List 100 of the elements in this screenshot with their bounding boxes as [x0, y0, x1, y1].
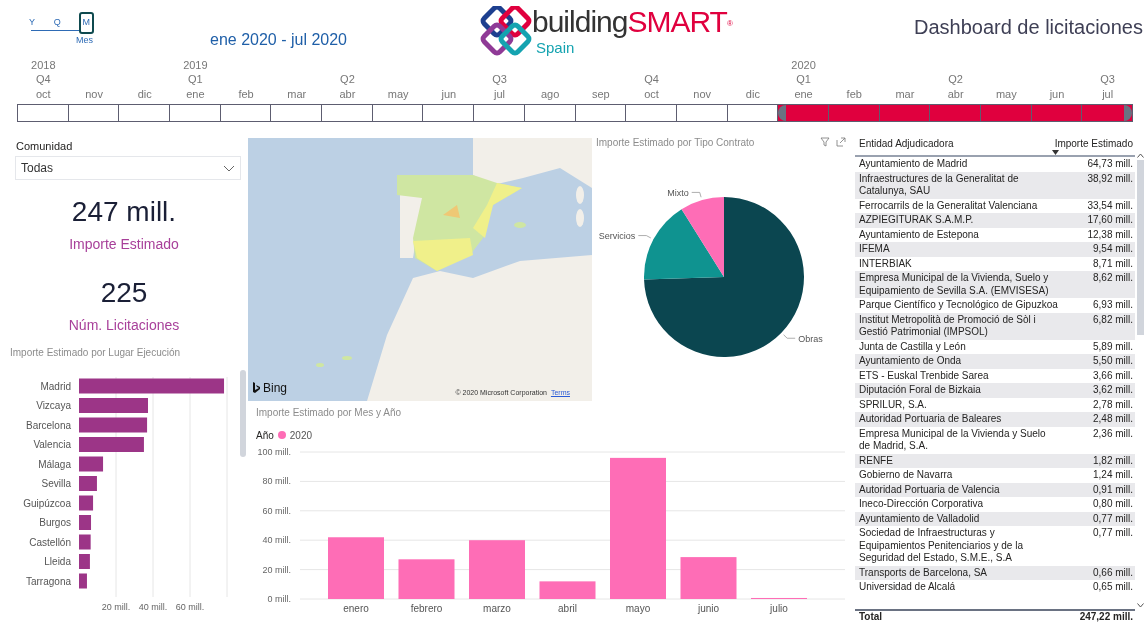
- bar[interactable]: [79, 515, 92, 530]
- table-cell-text: Empresa Municipal de la Vivienda y Suelo de Madrid, S.A.: [858, 427, 1047, 453]
- pie-slice[interactable]: [644, 209, 724, 280]
- month-label: sep: [591, 88, 610, 100]
- axis-tick-label: 20 mill.: [101, 602, 131, 612]
- category-label: Lleida: [44, 556, 71, 567]
- month-label: ene: [794, 88, 813, 100]
- bar[interactable]: [79, 495, 94, 511]
- year-label: 2019: [183, 59, 208, 71]
- community-dropdown[interactable]: Todas: [15, 156, 241, 180]
- timeline-cell[interactable]: [422, 104, 475, 122]
- month-label: mar: [895, 88, 915, 100]
- column-header[interactable]: Entidad Adjudicadora: [855, 133, 1049, 155]
- filter-icon[interactable]: [820, 137, 830, 147]
- axis-tick-label: 60 mill.: [262, 505, 291, 516]
- timeline-cell[interactable]: [169, 104, 221, 122]
- category-label: Málaga: [38, 458, 71, 470]
- axis-tick-label: 40 mill.: [262, 535, 291, 546]
- scroll-up-icon[interactable]: [1137, 153, 1144, 158]
- table-cell-text: Autoridad Portuaria de Baleares: [858, 413, 1003, 426]
- bar[interactable]: [79, 378, 225, 394]
- table-cell-text: SPRILUR, S.A.: [858, 398, 928, 411]
- kpi-label: Importe Estimado: [69, 235, 179, 253]
- timeline-cell[interactable]: [675, 104, 728, 122]
- quarter-label: Q3: [1100, 73, 1115, 85]
- quarter-label: Q1: [188, 73, 203, 85]
- month-label: jun: [441, 88, 457, 100]
- month-label: ene: [186, 88, 205, 100]
- scroll-down-icon[interactable]: [1137, 603, 1144, 608]
- timeline-cell[interactable]: [979, 104, 1032, 122]
- timeline-cell[interactable]: [1081, 104, 1133, 122]
- granularity-option[interactable]: Q: [52, 15, 62, 29]
- table-cell-text: Ayuntamiento de Estepona: [858, 228, 980, 241]
- category-label: Valencia: [33, 439, 71, 450]
- bar[interactable]: [79, 534, 91, 550]
- table-cell-text: 1,82 mill.: [1092, 454, 1134, 467]
- timeline-cell[interactable]: [219, 104, 272, 122]
- table-cell-text: INTERBIAK: [858, 257, 913, 270]
- table-cell-text: RENFE: [858, 454, 894, 467]
- logo-wordmark: buildingSMART®: [532, 6, 732, 40]
- bar[interactable]: [79, 456, 104, 472]
- timeline-cell[interactable]: [321, 104, 373, 122]
- timeline-cell[interactable]: [574, 104, 627, 122]
- column-header[interactable]: Importe Estimado: [1049, 133, 1135, 155]
- month-label: may: [387, 88, 409, 100]
- timeline-cell[interactable]: [1030, 104, 1083, 122]
- axis-tick-label: 20 mill.: [262, 564, 291, 575]
- chart-title: Importe Estimado por Lugar Ejecución: [10, 346, 182, 360]
- category-label: Madrid: [40, 380, 71, 392]
- chevron-down-icon: [223, 164, 235, 172]
- timeline-cell[interactable]: [118, 104, 171, 122]
- table-cell-text: Universidad de Alcalá: [858, 581, 957, 594]
- date-range: ene 2020 - jul 2020: [210, 31, 347, 48]
- timeline-cell[interactable]: [270, 104, 323, 122]
- axis-tick-label: 80 mill.: [262, 476, 291, 487]
- slice-label: Obras: [798, 333, 823, 344]
- timeline-cell[interactable]: [625, 104, 677, 122]
- table-cell-text: AZPIEGITURAK S.A.M.P.: [858, 214, 975, 227]
- timeline-cell[interactable]: [929, 104, 981, 122]
- month-label: feb: [846, 88, 862, 100]
- axis-tick-label: 60 mill.: [175, 602, 205, 612]
- category-label: junio: [697, 603, 720, 614]
- category-label: Vizcaya: [36, 400, 71, 411]
- bar[interactable]: [79, 417, 148, 433]
- month-label: may: [995, 88, 1017, 100]
- leader-line: [783, 334, 796, 339]
- bar[interactable]: [79, 573, 87, 589]
- logo-icon: [480, 6, 532, 56]
- quarter-label: Q3: [492, 73, 507, 85]
- table-cell-text: 5,89 mill.: [1092, 340, 1134, 353]
- category-label: Tarragona: [25, 575, 71, 587]
- table-cell-text: Institut Metropolità de Promoció de Sòl i Gestió Patrimonial (IMPSOL): [858, 313, 1037, 339]
- timeline-cell[interactable]: [67, 104, 120, 122]
- timeline-cell[interactable]: [17, 104, 69, 122]
- quarter-label: Q4: [36, 73, 51, 85]
- expand-icon[interactable]: [836, 137, 846, 147]
- legend-title: Año: [256, 428, 274, 443]
- table-cell-text: Infraestructures de la Generalitat de Catalunya, SAU: [858, 172, 1020, 198]
- table-cell-text: 0,66 mill.: [1092, 566, 1134, 579]
- range-handle[interactable]: [1124, 105, 1132, 121]
- granularity-option[interactable]: Y: [28, 15, 36, 29]
- table-cell-text: 3,66 mill.: [1092, 369, 1134, 382]
- month-label: ago: [540, 88, 560, 100]
- range-handle[interactable]: [778, 105, 787, 121]
- kpi-value: 225: [100, 276, 148, 310]
- table-cell-text: Transports de Barcelona, SA: [858, 566, 989, 579]
- timeline-cell[interactable]: [473, 104, 525, 122]
- table-cell-text: Ferrocarrils de la Generalitat Valenciana: [858, 199, 1039, 212]
- slice-label: Mixto: [667, 187, 689, 198]
- month-label: jul: [1102, 88, 1114, 100]
- scrollbar-thumb[interactable]: [1137, 160, 1144, 335]
- timeline-cell[interactable]: [777, 104, 829, 122]
- granularity-option[interactable]: M: [78, 12, 94, 34]
- timeline-cell[interactable]: [523, 104, 576, 122]
- year-label: 2018: [31, 59, 56, 71]
- timeline-cell[interactable]: [878, 104, 931, 122]
- timeline-cell[interactable]: [726, 104, 779, 122]
- timeline-cell[interactable]: [371, 104, 424, 122]
- timeline-cell[interactable]: [827, 104, 880, 122]
- scrollbar-thumb[interactable]: [240, 370, 246, 457]
